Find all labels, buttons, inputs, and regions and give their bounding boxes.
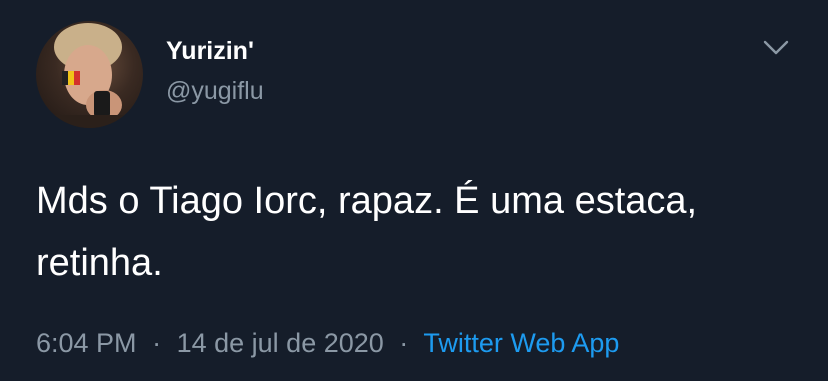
tweet-time[interactable]: 6:04 PM xyxy=(36,328,137,358)
user-handle[interactable]: @yugiflu xyxy=(166,77,264,106)
chevron-down-icon[interactable] xyxy=(760,34,792,60)
tweet-source-link[interactable]: Twitter Web App xyxy=(423,328,619,358)
tweet-text: Mds o Tiago Iorc, rapaz. É uma estaca, r… xyxy=(36,180,698,284)
separator-dot: · xyxy=(399,328,409,358)
tweet-metadata: 6:04 PM · 14 de jul de 2020 · Twitter We… xyxy=(36,328,619,359)
separator-dot: · xyxy=(152,328,162,358)
avatar-photo xyxy=(36,23,143,128)
tweet-date[interactable]: 14 de jul de 2020 xyxy=(177,328,384,358)
tweet-card: Yurizin' @yugiflu Mds o Tiago Iorc, rapa… xyxy=(0,0,828,381)
display-name[interactable]: Yurizin' xyxy=(166,37,254,66)
avatar[interactable] xyxy=(36,21,143,128)
